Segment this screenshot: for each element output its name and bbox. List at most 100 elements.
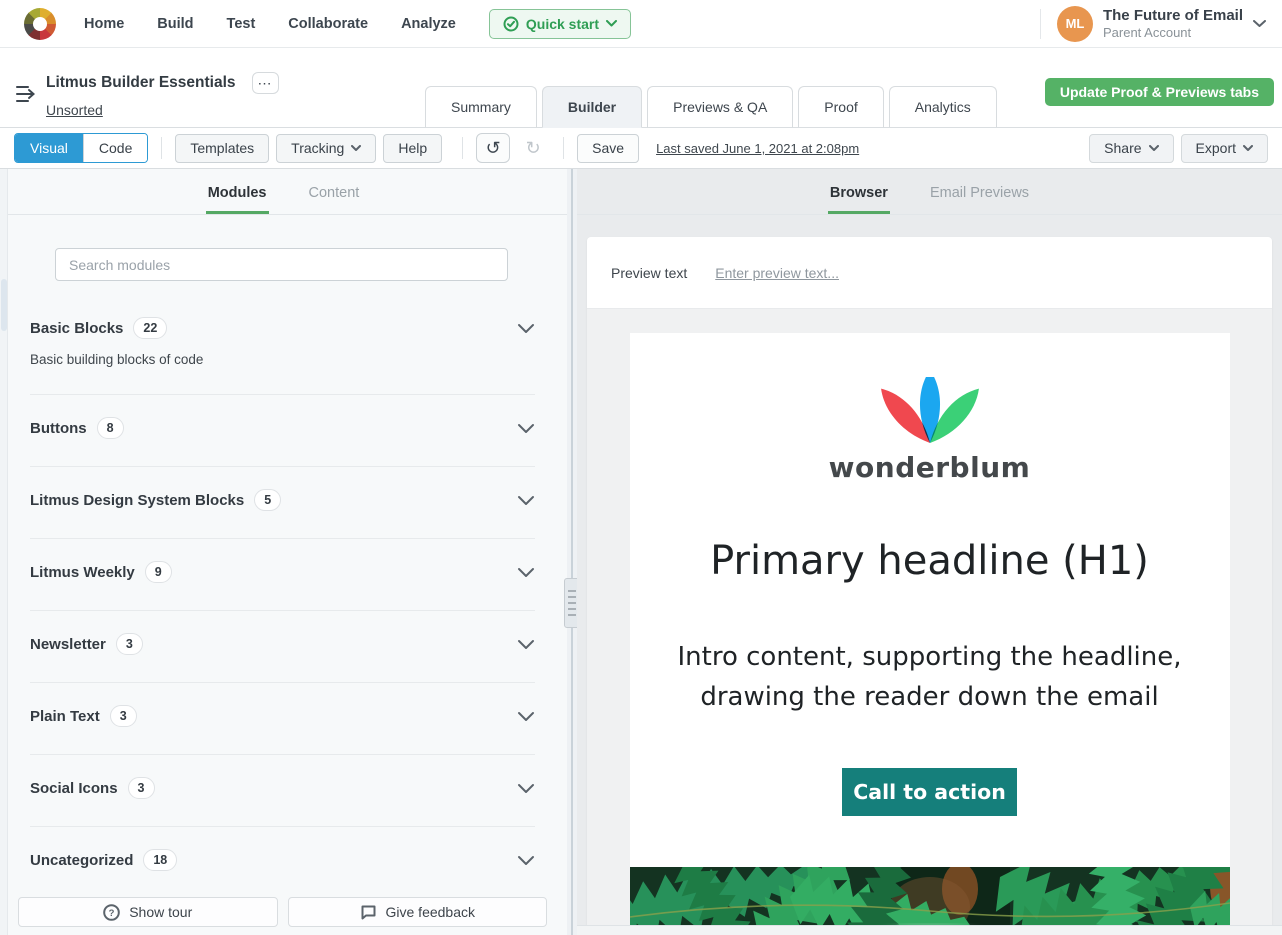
email-headline: Primary headline (H1) (710, 538, 1149, 584)
undo-icon: ↺ (485, 137, 501, 158)
tab-builder[interactable]: Builder (541, 86, 643, 128)
call-to-action-button[interactable]: Call to action (842, 767, 1017, 816)
tab-proof[interactable]: Proof (798, 86, 884, 128)
litmus-builder-app: Home Build Test Collaborate Analyze Quic… (0, 0, 1282, 935)
account-type: Parent Account (1102, 25, 1192, 40)
chevron-down-icon (518, 567, 534, 577)
preview-text-label: Preview text (611, 264, 688, 281)
question-circle-icon: ? (103, 903, 121, 921)
left-scrollbar[interactable] (0, 169, 8, 935)
preview-panel-tabs: Browser Email Previews (577, 169, 1282, 215)
category-header[interactable]: Newsletter 3 (30, 633, 535, 655)
undo-button[interactable]: ↺ (476, 133, 511, 163)
nav-analyze[interactable]: Analyze (401, 16, 456, 32)
editor-mode-toggle: Visual Code (14, 133, 149, 163)
chevron-down-icon (518, 423, 534, 433)
category-header[interactable]: Basic Blocks 22 (30, 317, 535, 339)
count-badge: 22 (133, 317, 168, 339)
give-feedback-button[interactable]: Give feedback (287, 897, 547, 927)
top-navigation: Home Build Test Collaborate Analyze Quic… (0, 0, 1282, 48)
account-name: The Future of Email (1102, 7, 1243, 24)
horizontal-scrollbar[interactable] (577, 925, 1282, 935)
last-saved-link[interactable]: Last saved June 1, 2021 at 2:08pm (656, 141, 859, 156)
code-mode-button[interactable]: Code (82, 134, 148, 162)
tab-content[interactable]: Content (307, 185, 362, 214)
redo-icon: ↻ (525, 137, 541, 158)
svg-text:?: ? (109, 908, 115, 919)
count-badge: 3 (127, 777, 155, 799)
preview-panel: Browser Email Previews Preview text Ente… (577, 169, 1282, 935)
tab-analytics[interactable]: Analytics (888, 86, 997, 128)
category-header[interactable]: Buttons 8 (30, 417, 535, 439)
visual-mode-button[interactable]: Visual (15, 134, 83, 162)
module-category-litmus-design-system: Litmus Design System Blocks 5 (30, 467, 535, 539)
share-dropdown[interactable]: Share (1089, 133, 1174, 163)
module-category-newsletter: Newsletter 3 (30, 611, 535, 683)
category-header[interactable]: Litmus Design System Blocks 5 (30, 489, 535, 511)
modules-list: Basic Blocks 22 Basic building blocks of… (0, 215, 567, 889)
builder-toolbar: Visual Code Templates Tracking Help ↺ ↻ … (0, 128, 1282, 169)
module-category-buttons: Buttons 8 (30, 395, 535, 467)
category-description: Basic building blocks of code (30, 352, 204, 367)
fern-hero-image (629, 866, 1230, 925)
browser-preview-card: Preview text Enter preview text... wonde… (587, 237, 1272, 925)
module-category-litmus-weekly: Litmus Weekly 9 (30, 539, 535, 611)
tab-summary[interactable]: Summary (425, 86, 537, 128)
count-badge: 18 (143, 849, 178, 871)
category-header[interactable]: Litmus Weekly 9 (30, 561, 535, 583)
tab-modules[interactable]: Modules (205, 185, 269, 214)
nav-collaborate[interactable]: Collaborate (288, 16, 368, 32)
nav-test[interactable]: Test (227, 16, 256, 32)
category-header[interactable]: Uncategorized 18 (30, 849, 535, 871)
category-header[interactable]: Social Icons 3 (30, 777, 535, 799)
quick-start-label: Quick start (525, 15, 600, 32)
count-badge: 3 (115, 633, 143, 655)
count-badge: 3 (109, 705, 137, 727)
templates-button[interactable]: Templates (175, 133, 270, 163)
modules-panel-footer: ? Show tour Give feedback (0, 889, 567, 935)
module-category-plain-text: Plain Text 3 (30, 683, 535, 755)
modules-panel-tabs: Modules Content (0, 169, 567, 215)
email-intro-text: Intro content, supporting the headline, … (677, 642, 1182, 713)
account-info[interactable]: The Future of Email Parent Account (1103, 7, 1243, 40)
panel-splitter[interactable] (564, 169, 580, 935)
show-tour-button[interactable]: ? Show tour (18, 897, 278, 927)
divider (563, 137, 565, 159)
chevron-down-icon (518, 711, 534, 721)
count-badge: 5 (254, 489, 282, 511)
chevron-down-icon[interactable] (1253, 19, 1266, 28)
brand-name: wonderblum (828, 451, 1031, 484)
update-proof-previews-button[interactable]: Update Proof & Previews tabs (1044, 78, 1274, 106)
tab-previews-qa[interactable]: Previews & QA (647, 86, 794, 128)
preview-text-input[interactable]: Enter preview text... (715, 265, 839, 281)
nav-build[interactable]: Build (157, 16, 193, 32)
main-content: Modules Content Basic Blocks 22 Basic bu… (0, 169, 1282, 935)
redo-button[interactable]: ↻ (516, 133, 550, 163)
help-button[interactable]: Help (383, 133, 443, 163)
folder-link[interactable]: Unsorted (46, 102, 103, 118)
module-category-social-icons: Social Icons 3 (30, 755, 535, 827)
email-preview: wonderblum Primary headline (H1) Intro c… (629, 333, 1230, 925)
chevron-down-icon (518, 855, 534, 865)
tab-email-previews[interactable]: Email Previews (928, 185, 1031, 214)
more-options-button[interactable]: ⋯ (251, 72, 279, 94)
export-dropdown[interactable]: Export (1180, 133, 1268, 163)
quick-start-button[interactable]: Quick start (488, 8, 632, 39)
chevron-down-icon (1148, 144, 1159, 151)
open-drawer-icon[interactable] (14, 82, 40, 106)
save-button[interactable]: Save (577, 133, 640, 163)
tab-browser[interactable]: Browser (827, 185, 890, 214)
chevron-down-icon (1243, 144, 1253, 151)
divider (1039, 8, 1041, 39)
scrollbar-thumb[interactable] (1, 279, 7, 331)
check-circle-icon (503, 16, 519, 31)
tracking-dropdown[interactable]: Tracking (276, 133, 377, 163)
account-avatar[interactable]: ML (1056, 5, 1093, 42)
module-category-uncategorized: Uncategorized 18 (30, 827, 535, 889)
chevron-down-icon (518, 639, 534, 649)
search-input[interactable] (55, 248, 508, 281)
category-header[interactable]: Plain Text 3 (30, 705, 535, 727)
litmus-logo-icon[interactable] (24, 7, 56, 40)
nav-home[interactable]: Home (84, 16, 124, 32)
email-canvas: wonderblum Primary headline (H1) Intro c… (587, 309, 1272, 925)
